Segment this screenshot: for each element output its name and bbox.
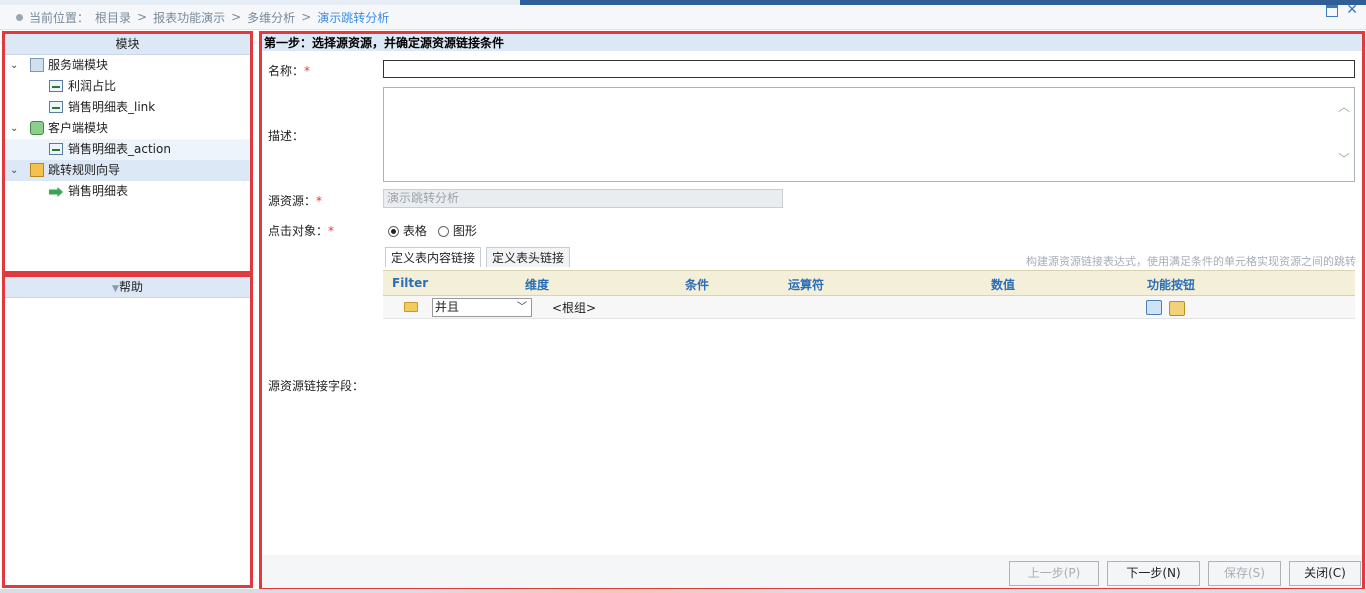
client-module-icon bbox=[30, 121, 44, 135]
breadcrumb-separator: > bbox=[137, 10, 148, 24]
radio-chart-label: 图形 bbox=[452, 224, 477, 238]
help-panel-title: 帮助 bbox=[118, 280, 143, 294]
name-label: 名称：* bbox=[268, 62, 310, 79]
wizard-icon bbox=[30, 163, 44, 177]
close-button[interactable]: 关闭(C) bbox=[1289, 561, 1361, 586]
col-value: 数值 bbox=[991, 278, 1016, 292]
breadcrumb-item[interactable]: 多维分析 bbox=[247, 9, 295, 26]
chevron-down-icon[interactable]: ⌄ bbox=[10, 55, 22, 76]
radio-on-icon[interactable] bbox=[388, 226, 399, 237]
grid-body bbox=[383, 319, 1355, 505]
help-panel: ▼帮助 bbox=[2, 274, 253, 588]
breadcrumb-prefix: 当前位置： bbox=[29, 10, 90, 25]
chevron-down-icon[interactable]: ⌄ bbox=[10, 160, 22, 181]
root-group-label: <根组> bbox=[552, 301, 597, 315]
add-condition-icon[interactable] bbox=[1146, 300, 1162, 315]
help-panel-header[interactable]: ▼帮助 bbox=[5, 277, 250, 298]
col-dimension: 维度 bbox=[525, 278, 550, 292]
report-icon bbox=[49, 101, 63, 113]
source-resource-field: 演示跳转分析 bbox=[383, 189, 783, 208]
click-target-label-text: 点击对象： bbox=[268, 224, 329, 238]
required-mark: * bbox=[328, 224, 335, 238]
step-title: 第一步：选择源资源，并确定源资源链接条件 bbox=[264, 36, 505, 50]
col-actions: 功能按钮 bbox=[1147, 278, 1196, 292]
server-module-icon bbox=[30, 58, 44, 72]
radio-chart[interactable]: 图形 bbox=[438, 222, 477, 239]
tree-node-label: 服务端模块 bbox=[48, 58, 109, 72]
logic-select-value: 并且 bbox=[435, 300, 460, 314]
breadcrumb-separator: > bbox=[301, 10, 312, 24]
bottom-strip bbox=[0, 589, 1366, 593]
required-mark: * bbox=[316, 194, 323, 208]
link-field-label: 源资源链接字段： bbox=[268, 379, 365, 393]
source-label: 源资源：* bbox=[268, 192, 322, 209]
source-label-text: 源资源： bbox=[268, 194, 317, 208]
report-icon bbox=[49, 143, 63, 155]
next-button[interactable]: 下一步(N) bbox=[1107, 561, 1200, 586]
tree-node-label: 销售明细表_link bbox=[68, 100, 156, 114]
radio-off-icon[interactable] bbox=[438, 226, 449, 237]
col-operator: 运算符 bbox=[788, 278, 825, 292]
scroll-up-icon[interactable]: ︿ bbox=[1338, 98, 1350, 115]
tree-node-label: 利润占比 bbox=[68, 79, 117, 93]
tree-node-label: 跳转规则向导 bbox=[48, 163, 121, 177]
col-filter: Filter bbox=[392, 276, 429, 290]
chevron-down-icon[interactable]: ⌄ bbox=[10, 118, 22, 139]
tab-header-link[interactable]: 定义表头链接 bbox=[486, 247, 571, 267]
description-textarea[interactable]: ︿ ﹀ bbox=[383, 87, 1355, 182]
name-input[interactable] bbox=[383, 60, 1355, 78]
chevron-down-icon: ﹀ bbox=[517, 302, 527, 313]
radio-table[interactable]: 表格 bbox=[388, 222, 427, 239]
close-icon[interactable]: ✕ bbox=[1346, 2, 1358, 18]
logic-select[interactable]: 并且 ﹀ bbox=[432, 298, 532, 317]
save-button[interactable]: 保存(S) bbox=[1208, 561, 1281, 586]
tree-node-label: 销售明细表 bbox=[68, 184, 129, 198]
scroll-down-icon[interactable]: ﹀ bbox=[1338, 150, 1350, 167]
folder-icon bbox=[404, 302, 418, 312]
col-condition: 条件 bbox=[685, 278, 710, 292]
breadcrumb-item[interactable]: 报表功能演示 bbox=[153, 9, 225, 26]
name-label-text: 名称： bbox=[268, 64, 305, 78]
breadcrumb-current: 演示跳转分析 bbox=[317, 10, 390, 25]
tree-node-label: 销售明细表_action bbox=[68, 142, 171, 156]
tab-content-link[interactable]: 定义表内容链接 bbox=[385, 247, 482, 267]
radio-table-label: 表格 bbox=[402, 224, 427, 238]
triangle-down-icon: ▼ bbox=[112, 284, 119, 294]
maximize-icon[interactable] bbox=[1326, 5, 1338, 17]
location-dot-icon bbox=[16, 13, 23, 21]
breadcrumb-item[interactable]: 根目录 bbox=[95, 9, 131, 26]
click-target-label: 点击对象：* bbox=[268, 222, 334, 239]
prev-button[interactable]: 上一步(P) bbox=[1009, 561, 1099, 586]
grid-header: Filter 维度 条件 运算符 数值 功能按钮 bbox=[383, 270, 1355, 296]
jump-icon bbox=[49, 187, 63, 197]
tree-node-label: 客户端模块 bbox=[48, 121, 109, 135]
breadcrumb-separator: > bbox=[231, 10, 242, 24]
report-icon bbox=[49, 80, 63, 92]
add-group-icon[interactable] bbox=[1169, 301, 1185, 316]
required-mark: * bbox=[304, 64, 311, 78]
desc-label: 描述： bbox=[268, 129, 305, 143]
module-panel-header: 模块 bbox=[5, 34, 250, 55]
module-panel: 模块 ⌄ 服务端模块 利润占比 销售明细表_link ⌄ 客户端模块 销售明细表… bbox=[2, 31, 253, 274]
breadcrumb: 当前位置： 根目录 > 报表功能演示 > 多维分析 > 演示跳转分析 bbox=[0, 5, 1366, 30]
hint-text: 构建源资源链接表达式，使用满足条件的单元格实现资源之间的跳转 bbox=[1026, 255, 1356, 268]
